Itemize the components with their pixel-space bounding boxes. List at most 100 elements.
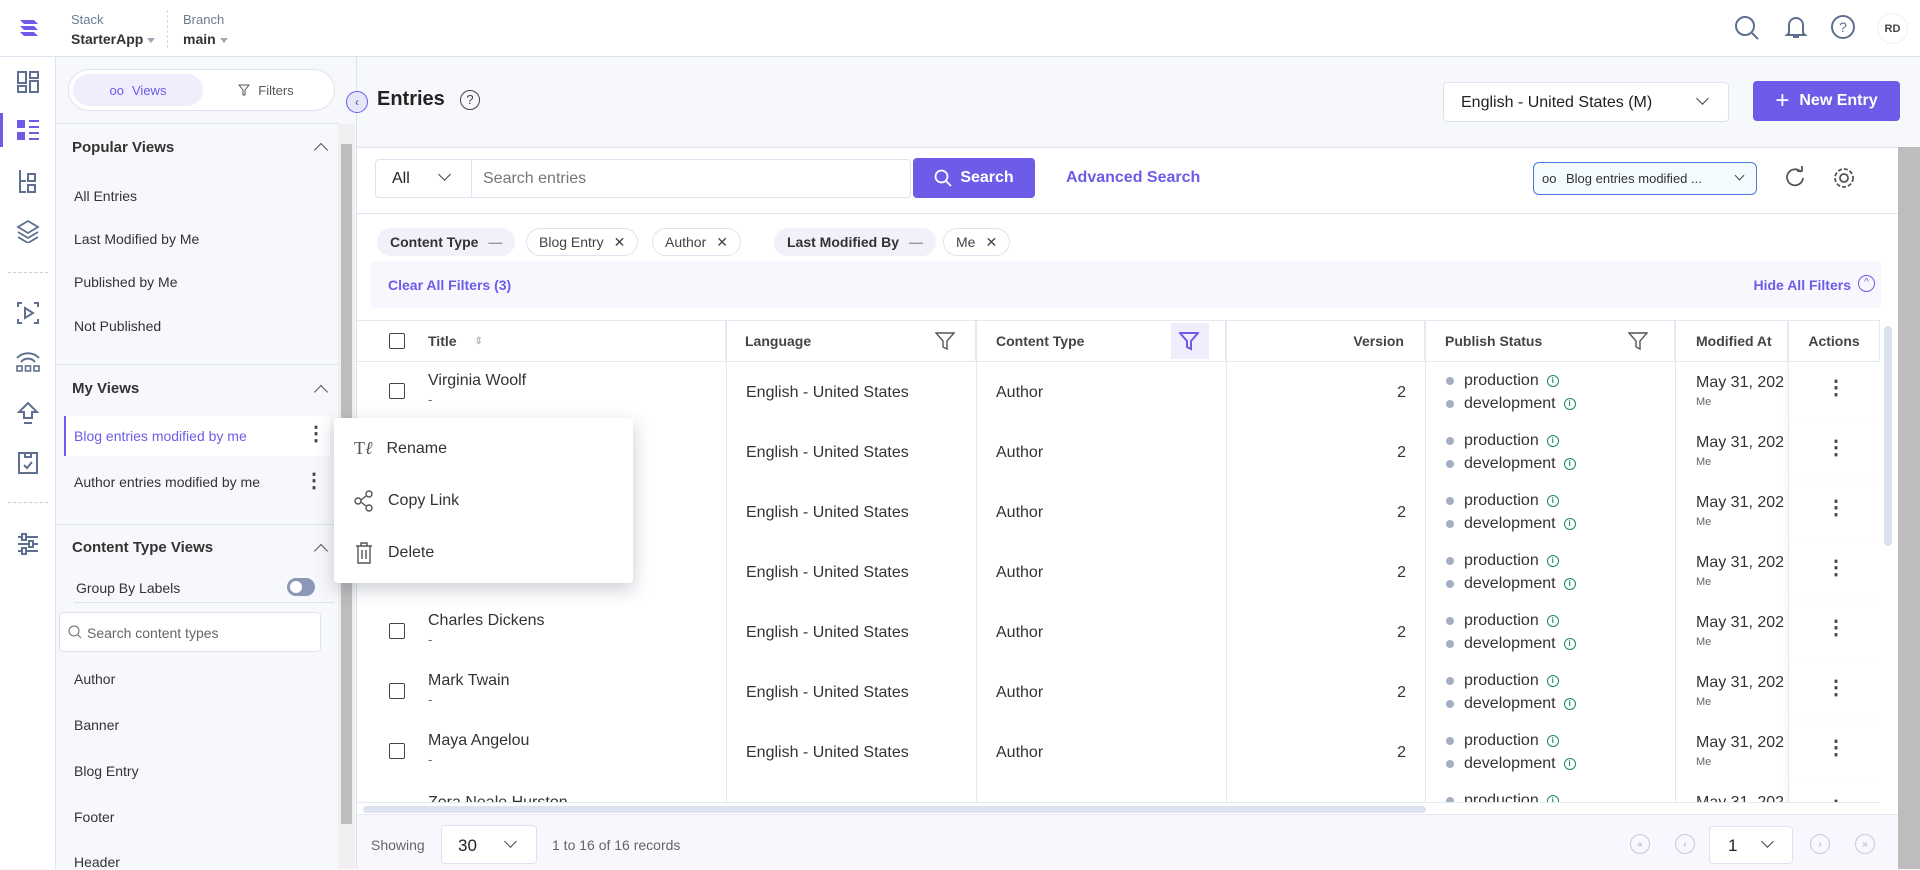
group-by-toggle[interactable] — [287, 578, 315, 596]
info-icon[interactable]: i — [1546, 374, 1559, 387]
info-icon[interactable]: i — [1546, 554, 1559, 567]
my-view-blog-entries[interactable]: Blog entries modified by me ⋮ — [64, 416, 330, 456]
row-actions-kebab-icon[interactable]: ⋮ — [1826, 558, 1846, 578]
row-actions-kebab-icon[interactable]: ⋮ — [1826, 438, 1846, 458]
hide-all-filters-link[interactable]: Hide All Filters — [1753, 277, 1851, 293]
advanced-search-link[interactable]: Advanced Search — [1066, 169, 1200, 187]
table-row[interactable]: Zora Neale Hurston production i May 31, 202… — [357, 782, 1880, 802]
my-view-author-entries[interactable]: Author entries modified by me ⋮ — [64, 461, 330, 501]
search-icon[interactable] — [1733, 14, 1761, 42]
view-all-entries[interactable]: All Entries — [74, 188, 137, 204]
assets-layers-icon[interactable] — [14, 217, 42, 245]
settings-sliders-icon[interactable] — [14, 530, 42, 558]
info-icon[interactable]: i — [1546, 434, 1559, 447]
row-actions-kebab-icon[interactable]: ⋮ — [1826, 678, 1846, 698]
help-icon[interactable]: ? — [1829, 13, 1857, 41]
new-entry-button[interactable]: + New Entry — [1753, 81, 1900, 121]
row-actions-kebab-icon[interactable]: ⋮ — [1826, 738, 1846, 758]
column-content-type[interactable]: Content Type — [976, 321, 1226, 361]
entry-title[interactable]: Mark Twain — [428, 672, 510, 690]
filter-chip-blog-entry[interactable]: Blog Entry ✕ — [526, 228, 639, 256]
table-row[interactable]: Virginia Woolf - English - United States Au… — [357, 362, 1880, 422]
bell-icon[interactable] — [1782, 13, 1810, 41]
page-size-select[interactable]: 30 — [441, 825, 537, 864]
filter-active-icon[interactable] — [1179, 331, 1199, 351]
avatar[interactable]: RD — [1877, 13, 1908, 44]
info-icon[interactable]: i — [1563, 637, 1576, 650]
kebab-menu-icon[interactable]: ⋮ — [306, 424, 326, 444]
clear-all-filters-link[interactable]: Clear All Filters (3) — [388, 277, 511, 293]
content-type-blog-entry[interactable]: Blog Entry — [74, 763, 139, 779]
prev-page-icon[interactable]: ‹ — [1675, 834, 1695, 854]
collapse-chevron-icon[interactable] — [313, 142, 329, 158]
content-type-search-input[interactable]: Search content types — [59, 612, 321, 652]
column-modified-at[interactable]: Modified At — [1675, 321, 1788, 361]
saved-view-select[interactable]: oo Blog entries modified ... — [1533, 162, 1757, 195]
content-models-icon[interactable] — [14, 167, 42, 195]
search-button[interactable]: Search — [913, 158, 1035, 198]
view-published[interactable]: Published by Me — [74, 274, 178, 290]
content-type-author[interactable]: Author — [74, 671, 115, 687]
dashboard-icon[interactable] — [14, 68, 42, 96]
stack-switcher[interactable]: Stack StarterApp — [71, 12, 156, 47]
view-not-published[interactable]: Not Published — [74, 318, 161, 334]
content-type-banner[interactable]: Banner — [74, 717, 119, 733]
search-input[interactable]: Search entries — [483, 170, 586, 188]
gear-icon[interactable] — [1832, 166, 1856, 190]
menu-item-copy-link[interactable]: Copy Link — [354, 490, 459, 512]
releases-icon[interactable] — [14, 299, 42, 327]
page-scrollbar[interactable] — [1898, 147, 1920, 869]
info-icon[interactable]: i — [1546, 614, 1559, 627]
info-icon[interactable]: i — [1563, 397, 1576, 410]
row-actions-kebab-icon[interactable]: ⋮ — [1826, 798, 1846, 802]
last-page-icon[interactable]: » — [1855, 834, 1875, 854]
info-icon[interactable]: i — [1546, 734, 1559, 747]
tab-views[interactable]: oo Views — [73, 74, 203, 106]
row-checkbox[interactable] — [389, 623, 405, 639]
app-logo-icon[interactable] — [16, 16, 42, 40]
table-horizontal-scrollbar[interactable] — [363, 806, 1426, 813]
row-actions-kebab-icon[interactable]: ⋮ — [1826, 498, 1846, 518]
content-type-header[interactable]: Header — [74, 854, 120, 870]
table-row[interactable]: Maya Angelou - English - United States Auth… — [357, 722, 1880, 782]
filter-icon[interactable] — [935, 331, 955, 351]
first-page-icon[interactable]: « — [1630, 834, 1650, 854]
column-version[interactable]: Version — [1226, 321, 1425, 361]
tasks-clipboard-icon[interactable] — [14, 448, 42, 476]
info-icon[interactable]: i — [1563, 577, 1576, 590]
filter-chip-author[interactable]: Author ✕ — [652, 228, 741, 256]
table-row[interactable]: Mark Twain - English - United States Author… — [357, 662, 1880, 722]
select-all-checkbox[interactable] — [389, 333, 405, 349]
info-icon[interactable]: i — [1546, 674, 1559, 687]
info-icon[interactable]: i — [1563, 757, 1576, 770]
filter-icon[interactable] — [1628, 331, 1648, 351]
tab-filters[interactable]: Filters — [201, 74, 331, 106]
collapse-chevron-icon[interactable] — [313, 384, 329, 400]
publish-queue-icon[interactable] — [14, 399, 42, 427]
page-select[interactable]: 1 — [1709, 826, 1793, 864]
row-actions-kebab-icon[interactable]: ⋮ — [1826, 378, 1846, 398]
next-page-icon[interactable]: › — [1810, 834, 1830, 854]
filter-chip-me[interactable]: Me ✕ — [943, 228, 1011, 256]
menu-item-delete[interactable]: Delete — [354, 542, 434, 564]
menu-item-rename[interactable]: Tℓ Rename — [354, 438, 447, 459]
close-icon[interactable]: ✕ — [985, 234, 997, 251]
row-actions-kebab-icon[interactable]: ⋮ — [1826, 618, 1846, 638]
column-language[interactable]: Language — [726, 321, 976, 361]
info-icon[interactable]: i — [1563, 457, 1576, 470]
refresh-icon[interactable] — [1783, 166, 1807, 190]
entry-title[interactable]: Virginia Woolf — [428, 372, 526, 390]
entry-title[interactable]: Charles Dickens — [428, 612, 544, 630]
info-icon[interactable]: i — [1563, 517, 1576, 530]
table-row[interactable]: Charles Dickens - English - United States A… — [357, 602, 1880, 662]
help-icon[interactable]: ? — [460, 90, 480, 110]
row-checkbox[interactable] — [389, 743, 405, 759]
entry-title[interactable]: Zora Neale Hurston — [428, 794, 568, 802]
row-checkbox[interactable] — [389, 383, 405, 399]
close-icon[interactable]: ✕ — [614, 234, 626, 251]
entry-title[interactable]: Maya Angelou — [428, 732, 529, 750]
collapse-chevron-icon[interactable] — [313, 543, 329, 559]
kebab-menu-icon[interactable]: ⋮ — [304, 471, 324, 491]
info-icon[interactable]: i — [1546, 794, 1559, 802]
entries-icon[interactable] — [14, 116, 42, 144]
